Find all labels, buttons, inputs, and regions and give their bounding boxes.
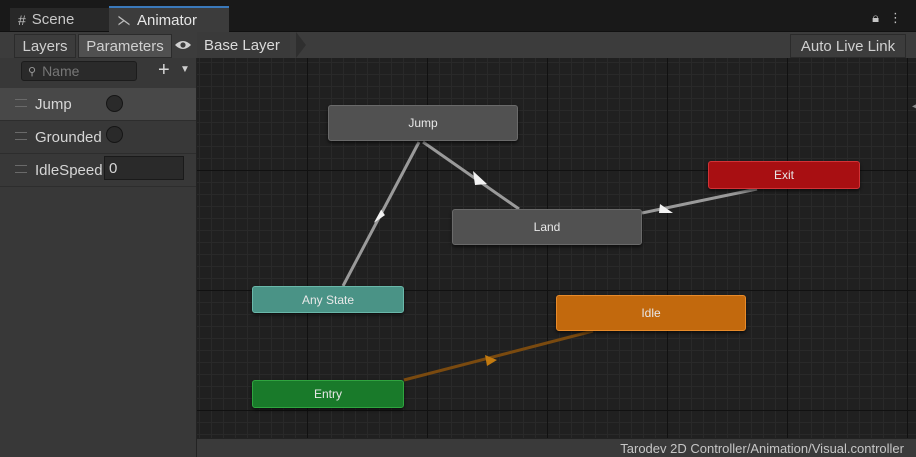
state-node-any-state[interactable]: Any State <box>252 286 404 313</box>
parameter-row-idlespeed[interactable]: IdleSpeed 0 <box>0 154 196 187</box>
plus-icon[interactable]: + <box>158 59 170 81</box>
trigger-toggle[interactable] <box>106 95 123 112</box>
kebab-menu-icon[interactable]: ⋮ <box>889 10 902 26</box>
parameters-tab-button[interactable]: Parameters <box>78 34 172 58</box>
eye-icon[interactable] <box>172 34 194 56</box>
state-machine-graph[interactable]: Jump Land Exit Any State Idle Entry ◂ <box>197 58 916 438</box>
breadcrumb-arrow <box>296 32 306 58</box>
chevron-down-icon[interactable]: ▼ <box>180 64 190 75</box>
bool-toggle[interactable] <box>106 126 123 143</box>
state-node-idle[interactable]: Idle <box>556 295 746 331</box>
parameter-name: Jump <box>35 95 72 113</box>
parameter-search-input[interactable]: ⚲ Name <box>21 61 137 81</box>
tab-animator[interactable]: ⋋ Animator <box>109 6 229 33</box>
controller-path-status: Tarodev 2D Controller/Animation/Visual.c… <box>197 438 916 457</box>
scroll-indicator[interactable]: ◂ <box>912 101 916 113</box>
state-node-land[interactable]: Land <box>452 209 642 245</box>
tab-actions: 🔒︎ ⋮ <box>872 10 902 26</box>
tab-scene-label: Scene <box>31 11 75 28</box>
parameters-panel: ⚲ Name + ▼ Jump Grounded IdleSpeed 0 <box>0 58 197 457</box>
parameter-name: IdleSpeed <box>35 161 102 179</box>
float-value-field[interactable]: 0 <box>104 156 184 180</box>
state-node-jump[interactable]: Jump <box>328 105 518 141</box>
transition-jump-to-land[interactable] <box>422 140 520 211</box>
transition-land-to-exit[interactable] <box>641 187 758 215</box>
animator-toolbar: Layers Parameters Base Layer Auto Live L… <box>0 32 916 59</box>
controller-path: Tarodev 2D Controller/Animation/Visual.c… <box>620 440 904 456</box>
tab-scene[interactable]: # Scene <box>10 8 114 31</box>
state-node-entry[interactable]: Entry <box>252 380 404 408</box>
editor-tab-bar: # Scene ⋋ Animator 🔒︎ ⋮ <box>0 0 916 33</box>
transition-entry-to-idle[interactable] <box>403 329 594 382</box>
auto-live-link-button[interactable]: Auto Live Link <box>790 34 906 58</box>
grid-icon: # <box>18 11 26 28</box>
tab-animator-label: Animator <box>137 12 198 29</box>
lock-icon[interactable]: 🔒︎ <box>872 10 879 26</box>
animator-icon: ⋋ <box>117 12 131 28</box>
transition-arrow <box>473 171 487 185</box>
parameter-row-jump[interactable]: Jump <box>0 88 196 121</box>
parameter-row-grounded[interactable]: Grounded <box>0 121 196 154</box>
search-placeholder: Name <box>42 63 80 79</box>
drag-handle-icon[interactable] <box>15 132 27 140</box>
drag-handle-icon[interactable] <box>15 99 27 107</box>
breadcrumb-base-layer[interactable]: Base Layer <box>197 32 290 58</box>
drag-handle-icon[interactable] <box>15 165 27 173</box>
layers-tab-button[interactable]: Layers <box>14 34 76 58</box>
search-icon: ⚲ <box>28 65 37 78</box>
parameter-name: Grounded <box>35 128 102 146</box>
state-node-exit[interactable]: Exit <box>708 161 860 189</box>
